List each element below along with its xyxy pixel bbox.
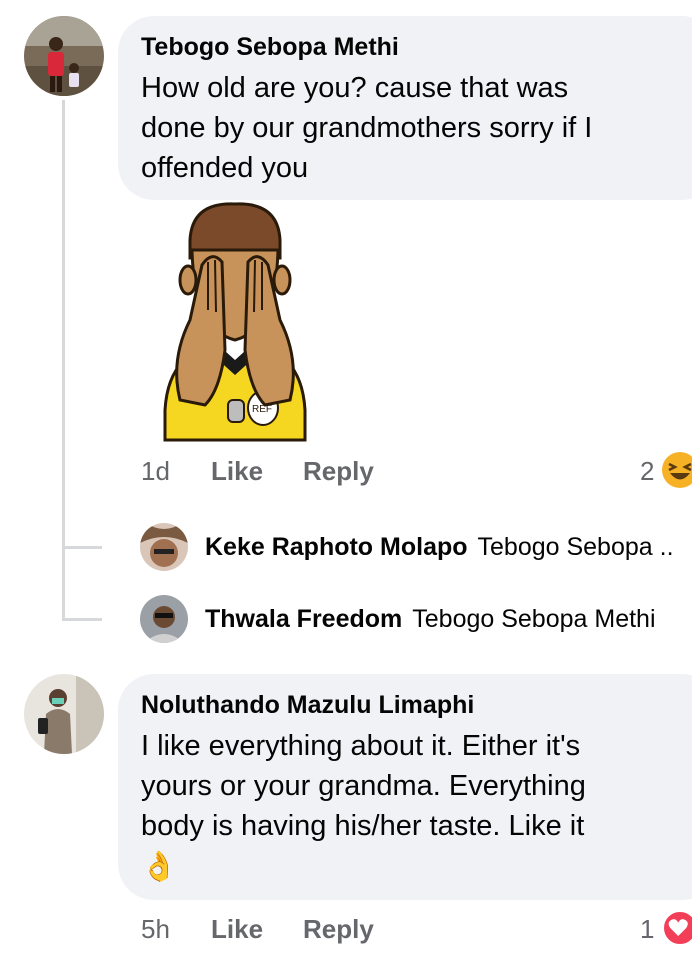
thread-line-branch-1 bbox=[62, 546, 102, 549]
comment-text-line: yours or your grandma. Everything bbox=[141, 770, 586, 802]
reply-button[interactable]: Reply bbox=[303, 914, 374, 945]
thread-line-branch-2 bbox=[62, 618, 102, 621]
like-button[interactable]: Like bbox=[211, 456, 303, 487]
comment-time[interactable]: 1d bbox=[141, 456, 211, 487]
reaction-count[interactable]: 2 bbox=[640, 456, 654, 487]
comment-time[interactable]: 5h bbox=[141, 914, 211, 945]
comment-text-line: offended you bbox=[141, 152, 309, 184]
like-button[interactable]: Like bbox=[211, 914, 303, 945]
comment-text-line: I like everything about it. Either it's bbox=[141, 730, 581, 762]
avatar-keke[interactable] bbox=[140, 523, 188, 571]
comment-actions: 5h Like Reply bbox=[141, 914, 374, 945]
avatar-noluthando[interactable] bbox=[24, 674, 104, 754]
reply-mention: Tebogo Sebopa Methi bbox=[412, 605, 656, 633]
reply-button[interactable]: Reply bbox=[303, 456, 374, 487]
thread-line-vertical bbox=[62, 100, 65, 620]
reaction-count[interactable]: 1 bbox=[640, 914, 654, 945]
avatar-thwala[interactable] bbox=[140, 595, 188, 643]
reply-mention: Tebogo Sebopa .. bbox=[477, 533, 674, 561]
comment-author[interactable]: Noluthando Mazulu Limaphi bbox=[141, 691, 474, 720]
haha-emoji-icon[interactable] bbox=[662, 452, 692, 488]
comment-text-line: How old are you? cause that was bbox=[141, 72, 569, 104]
comment-text-line: done by our grandmothers sorry if I bbox=[141, 112, 593, 144]
referee-sticker[interactable]: REF bbox=[160, 200, 310, 445]
comment-actions: 1d Like Reply bbox=[141, 456, 374, 487]
comment-text-line: body is having his/her taste. Like it bbox=[141, 810, 585, 842]
comment-author[interactable]: Tebogo Sebopa Methi bbox=[141, 33, 399, 62]
reply-item[interactable]: Keke Raphoto Molapo Tebogo Sebopa .. bbox=[205, 533, 674, 562]
reply-item[interactable]: Thwala Freedom Tebogo Sebopa Methi bbox=[205, 605, 656, 634]
ok-hand-emoji: 👌 bbox=[141, 849, 178, 883]
reply-author[interactable]: Thwala Freedom bbox=[205, 605, 402, 634]
love-heart-icon[interactable] bbox=[662, 910, 692, 946]
reply-author[interactable]: Keke Raphoto Molapo bbox=[205, 533, 468, 562]
avatar-tebogo[interactable] bbox=[24, 16, 104, 96]
